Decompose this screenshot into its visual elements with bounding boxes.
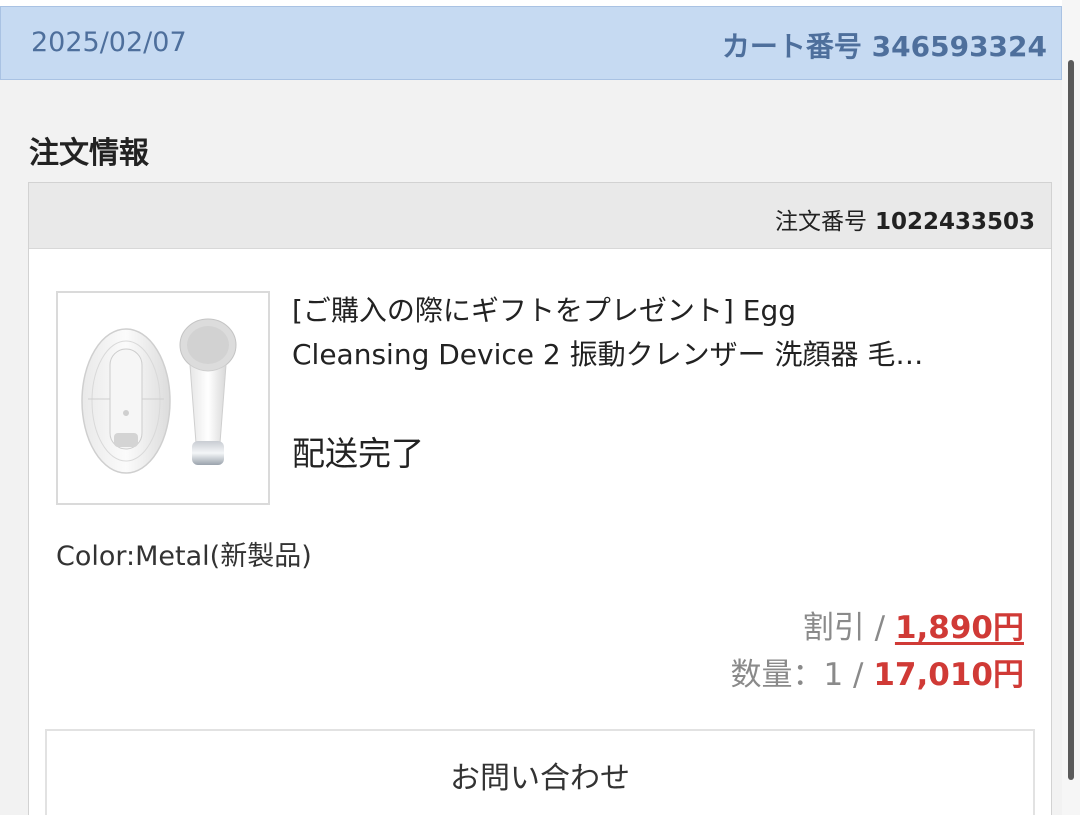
order-date: 2025/02/07 [31, 27, 187, 58]
product-photo-icon [81, 318, 237, 474]
order-number-label: 注文番号 [774, 209, 867, 235]
delivery-status: 配送完了 [292, 434, 424, 473]
product-variation: Color:Metal(新製品) [56, 541, 312, 572]
scrollbar-thumb[interactable] [1068, 60, 1074, 780]
discount-label: 割引 / [802, 610, 895, 646]
order-number: 注文番号 1022433503 [775, 202, 1035, 236]
product-name[interactable]: [ご購入の際にギフトをプレゼント] Egg Cleansing Device 2… [292, 289, 1012, 377]
quantity-label: 数量：1 / [730, 657, 874, 693]
cart-number: カート番号 346593324 [722, 25, 1047, 65]
discount-amount-link[interactable]: 1,890円 [895, 610, 1024, 646]
order-number-value: 1022433503 [874, 209, 1035, 235]
discount-line: 割引 / 1,890円 [803, 602, 1024, 647]
item-price: 17,010円 [873, 657, 1024, 693]
product-name-line-2: Cleansing Device 2 振動クレンザー 洗顔器 毛… [292, 338, 924, 371]
order-card-header: 注文番号 1022433503 [29, 183, 1051, 249]
product-name-line-1: [ご購入の際にギフトをプレゼント] Egg [292, 294, 796, 327]
cart-number-label: カート番号 [721, 30, 862, 63]
order-history-page: 2025/02/07 カート番号 346593324 注文情報 注文番号 1022… [0, 0, 1080, 815]
product-thumbnail[interactable] [56, 291, 270, 505]
quantity-price-line: 数量：1 / 17,010円 [730, 649, 1024, 694]
order-card: 注文番号 1022433503 [ご購入の際にギフトをプレゼント] Egg Cl… [28, 182, 1052, 815]
inquiry-button[interactable]: お問い合わせ [45, 729, 1035, 815]
inquiry-button-label: お問い合わせ [450, 761, 630, 796]
order-header-bar: 2025/02/07 カート番号 346593324 [0, 6, 1062, 80]
cart-number-value: 346593324 [871, 30, 1047, 63]
section-title: 注文情報 [29, 136, 149, 171]
